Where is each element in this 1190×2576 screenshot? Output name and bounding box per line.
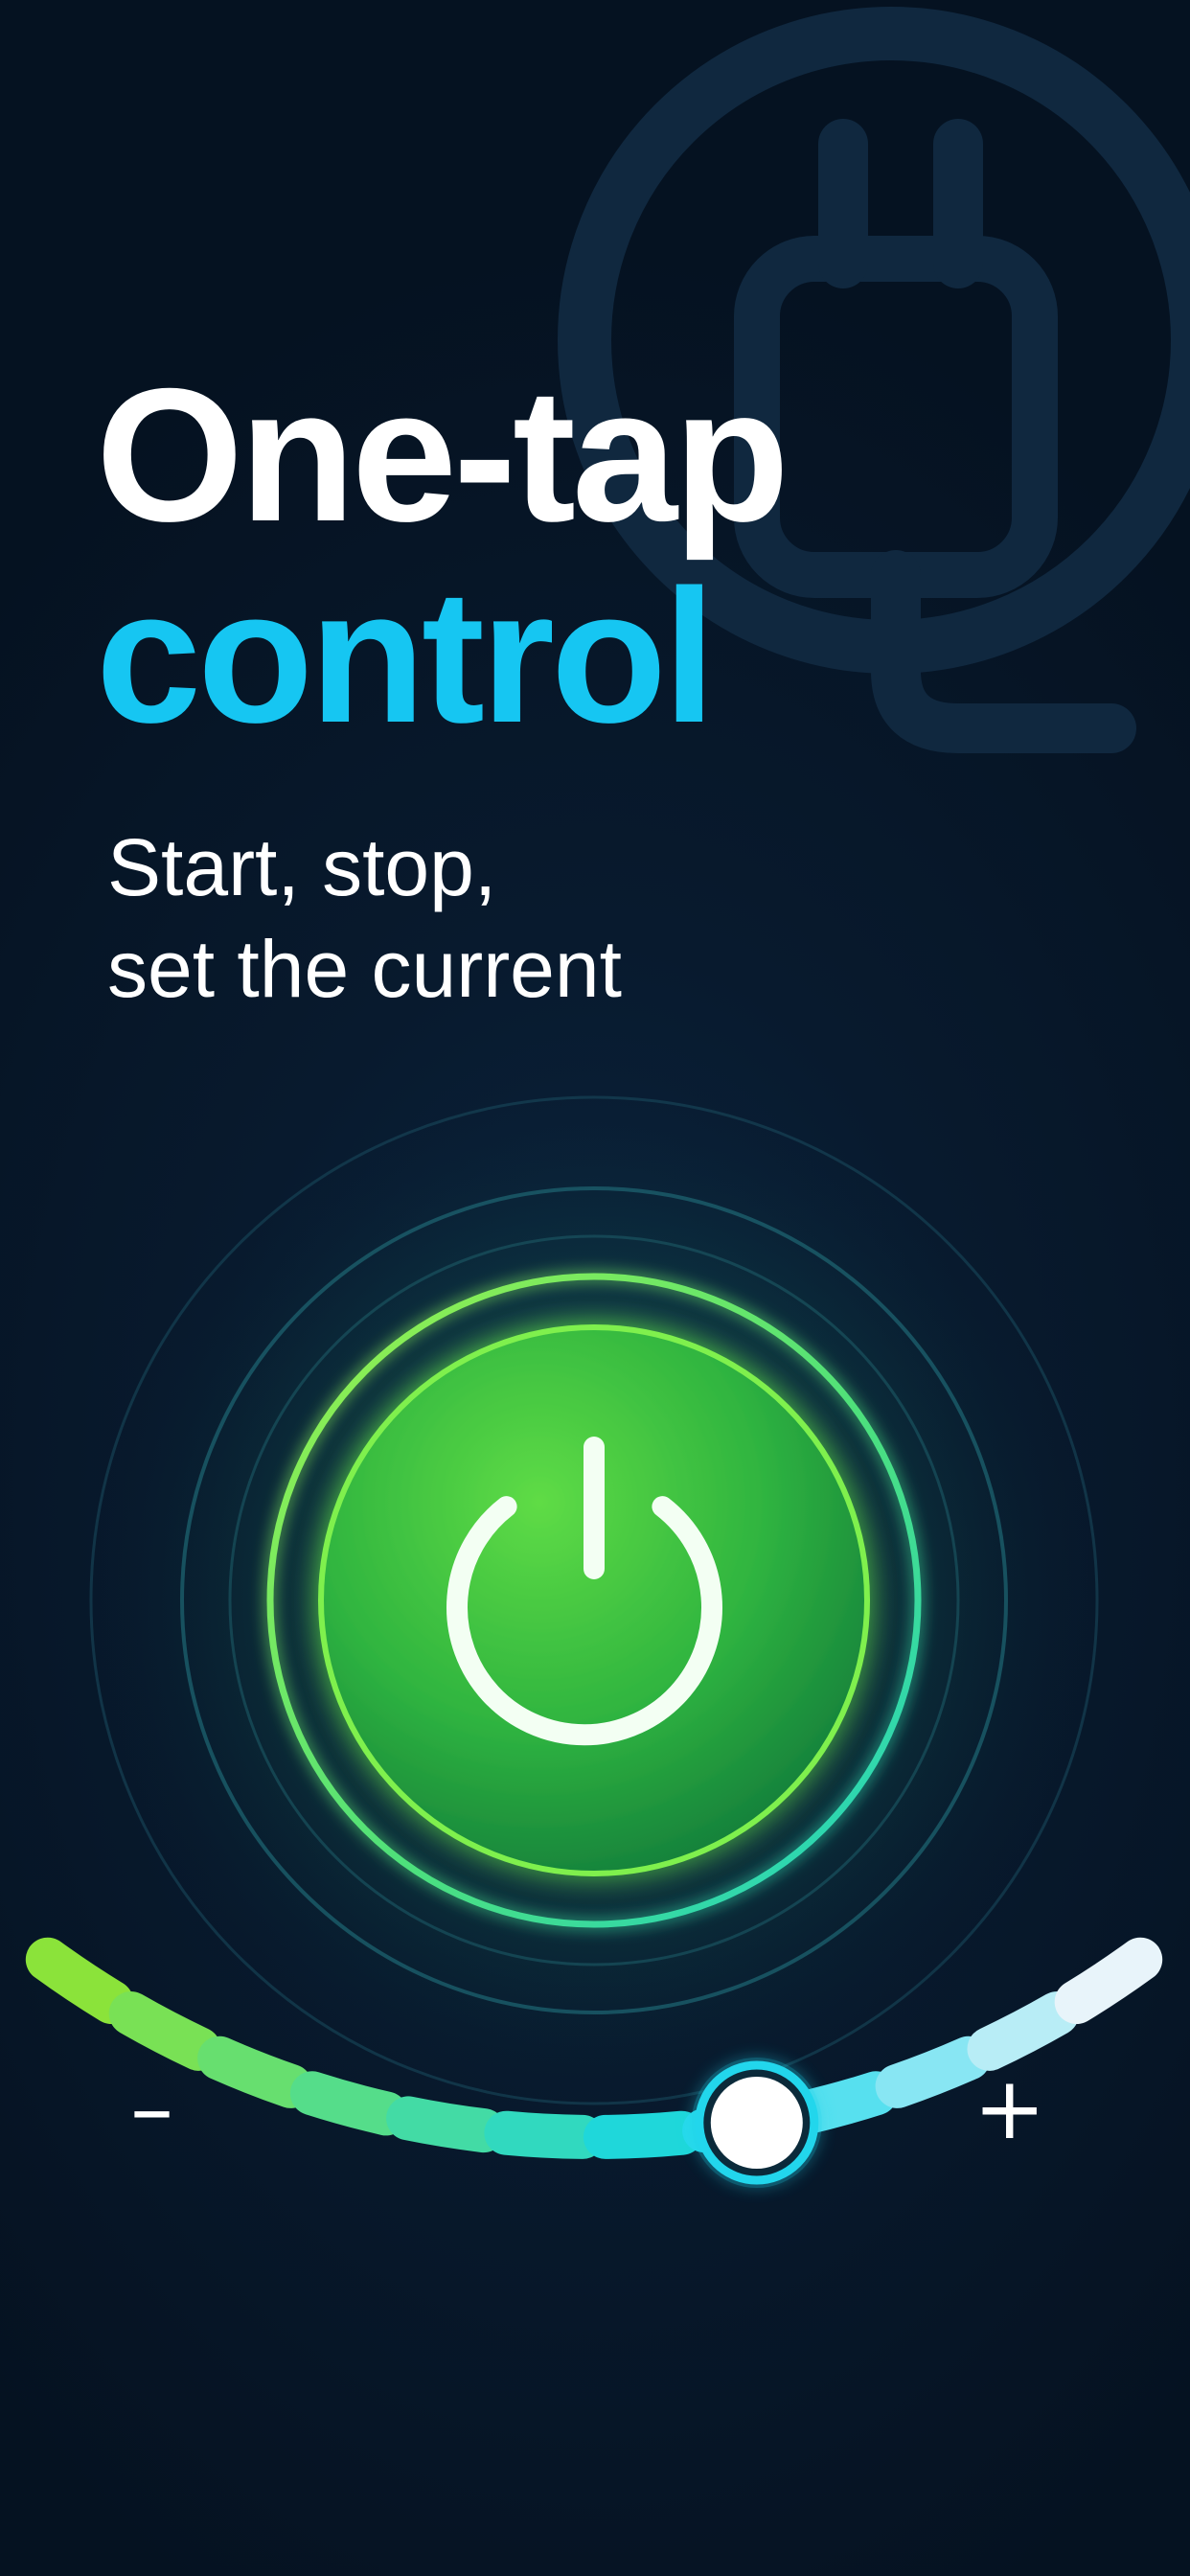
slider-knob[interactable] — [691, 2058, 822, 2188]
charging-control — [25, 1092, 1163, 2188]
slider-segment — [1054, 1937, 1163, 2024]
slider-segment — [289, 2071, 408, 2136]
slider-segment — [108, 1991, 221, 2071]
power-button[interactable] — [318, 1324, 870, 1876]
slider-segment — [583, 2110, 704, 2159]
slider-segment — [386, 2096, 506, 2153]
slider-segment — [197, 2036, 313, 2108]
increase-current-button[interactable]: + — [973, 2066, 1045, 2152]
decrease-current-button[interactable]: – — [130, 2066, 173, 2152]
slider-segment — [875, 2036, 991, 2108]
slider-segment — [967, 1991, 1080, 2071]
slider-segment — [484, 2110, 606, 2159]
slider-segment — [25, 1937, 134, 2024]
